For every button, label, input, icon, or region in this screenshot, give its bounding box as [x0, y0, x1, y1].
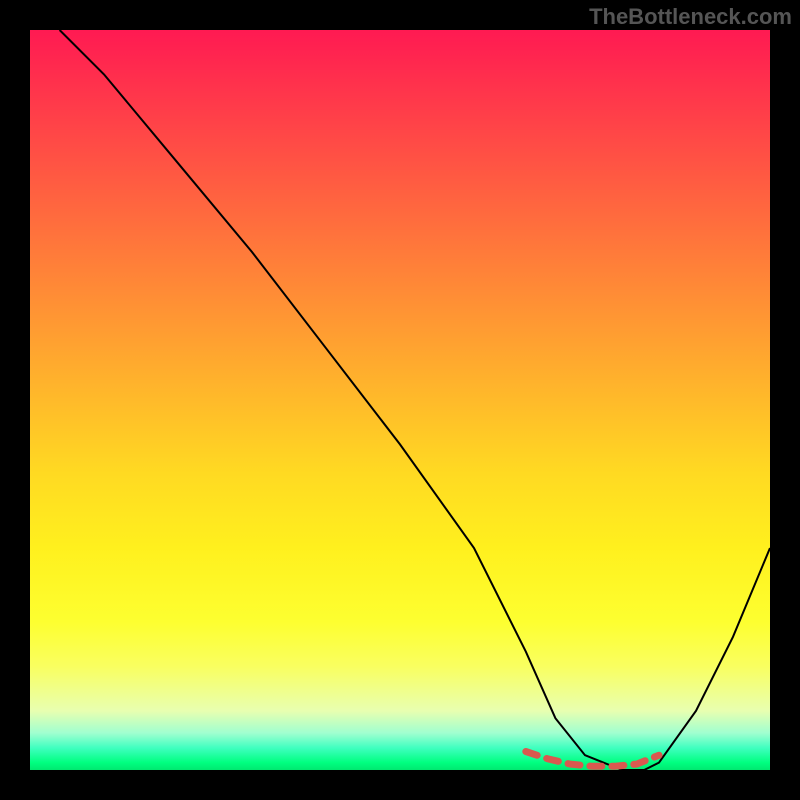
chart-container: TheBottleneck.com — [0, 0, 800, 800]
curve-layer — [30, 30, 770, 770]
main-curve-path — [60, 30, 770, 770]
watermark-text: TheBottleneck.com — [589, 4, 792, 30]
plot-area — [30, 30, 770, 770]
